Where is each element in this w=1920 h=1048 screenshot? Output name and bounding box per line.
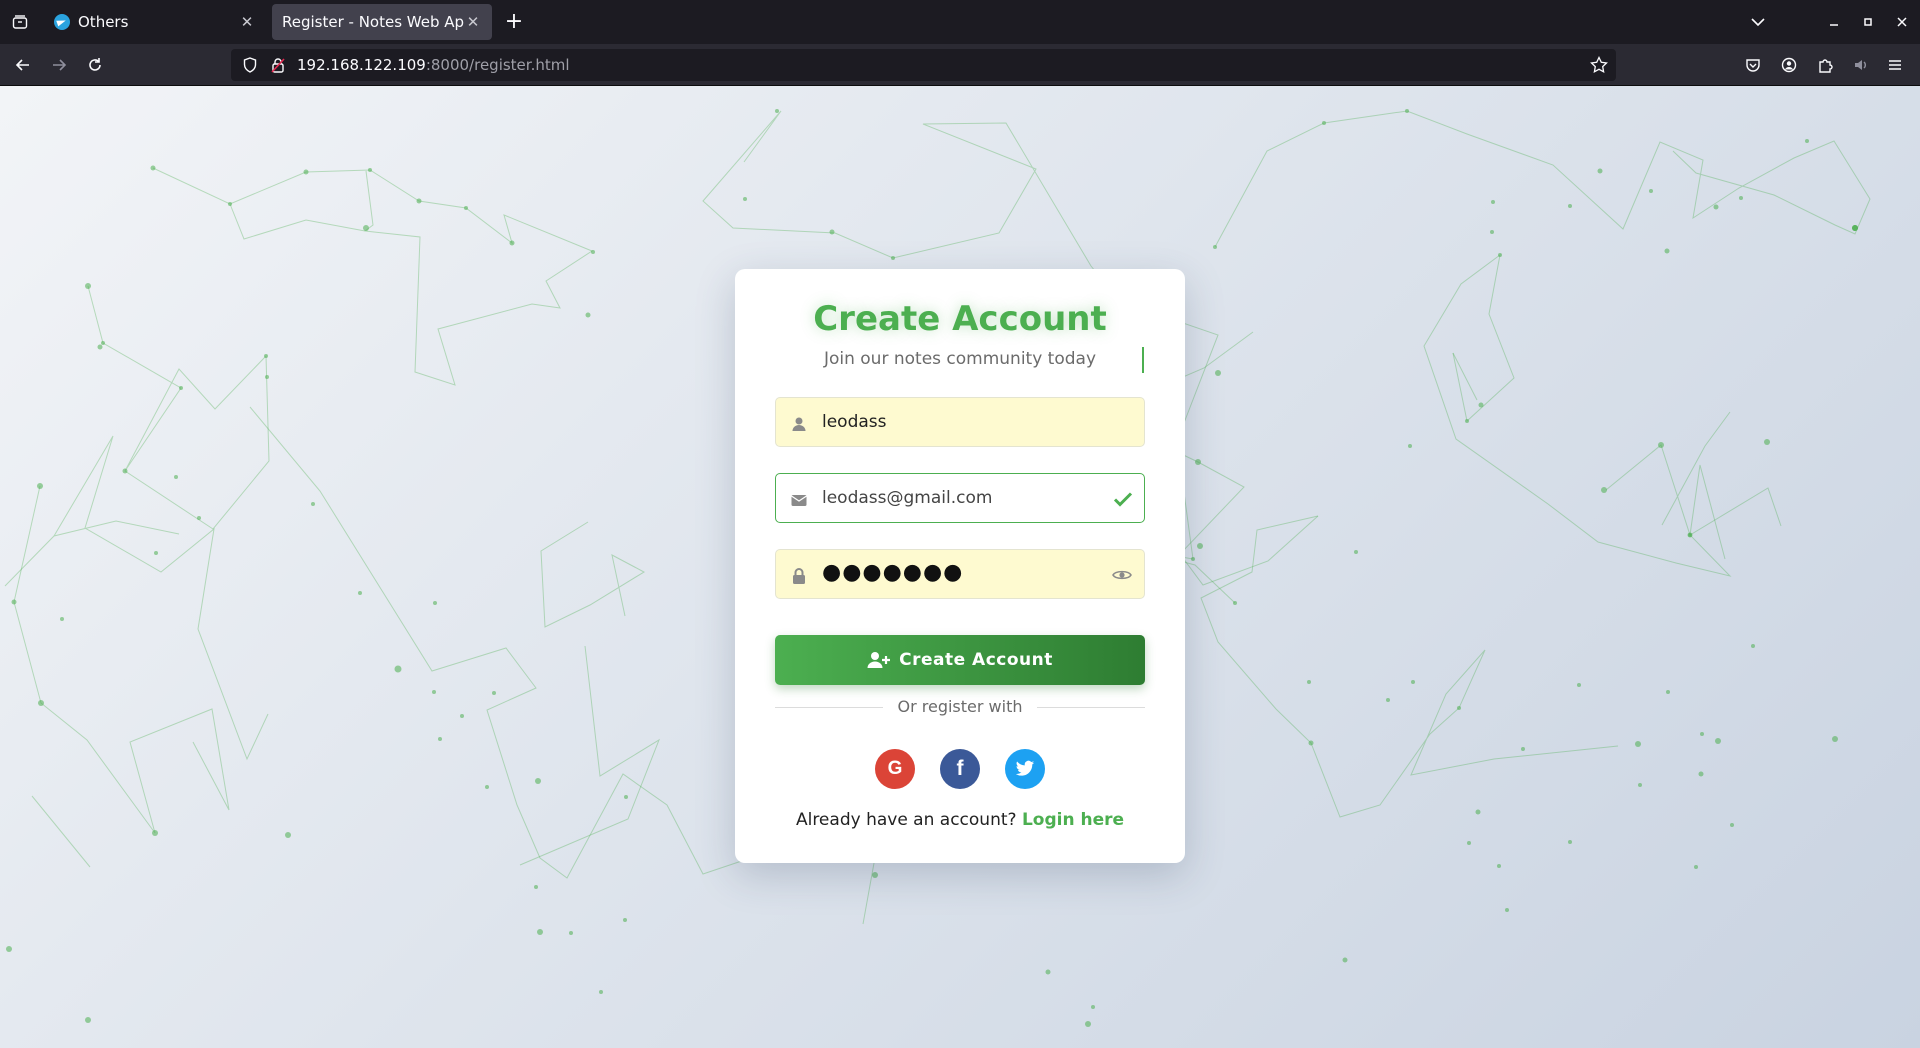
- account-button[interactable]: [1774, 50, 1804, 80]
- insecure-lock-icon[interactable]: [269, 56, 287, 74]
- bookmark-star-icon[interactable]: [1590, 56, 1608, 74]
- maximize-button[interactable]: [1858, 12, 1878, 32]
- close-icon: [1897, 17, 1907, 27]
- pocket-icon: [1746, 59, 1760, 72]
- telegram-icon: [54, 14, 70, 30]
- minimize-button[interactable]: [1824, 12, 1844, 32]
- password-field[interactable]: ●●●●●●●: [775, 549, 1145, 599]
- close-tab-icon[interactable]: ✕: [238, 13, 256, 31]
- google-register-button[interactable]: G: [875, 749, 915, 789]
- login-prompt: Already have an account?: [795, 810, 1017, 830]
- arrow-left-icon: [15, 59, 29, 71]
- minimize-icon: [1830, 24, 1838, 26]
- forward-button[interactable]: [44, 50, 74, 80]
- close-window-button[interactable]: [1892, 12, 1912, 32]
- lock-icon: [793, 568, 805, 584]
- reload-icon: [89, 58, 101, 71]
- twitter-register-button[interactable]: [1005, 749, 1045, 789]
- close-tab-icon[interactable]: ✕: [464, 13, 482, 31]
- login-link[interactable]: Login here: [1022, 810, 1124, 830]
- back-button[interactable]: [8, 50, 38, 80]
- tab-list-icon: [12, 15, 28, 29]
- eye-icon[interactable]: [1112, 567, 1132, 583]
- puzzle-icon: [1819, 59, 1833, 73]
- username-field[interactable]: leodass: [775, 397, 1145, 447]
- username-value: leodass: [822, 412, 887, 432]
- url-path: :8000/register.html: [425, 56, 570, 74]
- address-bar[interactable]: 192.168.122.109:8000/register.html: [231, 49, 1616, 81]
- twitter-icon: [1015, 760, 1035, 776]
- navigation-toolbar: 192.168.122.109:8000/register.html: [0, 44, 1920, 86]
- speaker-button[interactable]: [1846, 50, 1876, 80]
- tab-title: Register - Notes Web App: [282, 13, 464, 31]
- page-title: Create Account: [813, 299, 1107, 339]
- email-value: leodass@gmail.com: [822, 488, 993, 508]
- envelope-icon: [791, 495, 807, 506]
- chevron-down-icon: [1751, 18, 1765, 27]
- user-icon: [792, 417, 806, 431]
- subtitle: Join our notes community today: [823, 349, 1097, 369]
- page-background: Create Account Join our notes community …: [0, 86, 1920, 1048]
- speaker-icon: [1855, 60, 1866, 70]
- tab-title: Others: [78, 13, 129, 31]
- create-account-label: Create Account: [899, 650, 1053, 670]
- tab-others[interactable]: Others ✕: [44, 4, 266, 40]
- hamburger-menu-icon: [1889, 60, 1901, 70]
- extensions-button[interactable]: [1810, 50, 1840, 80]
- password-value: ●●●●●●●: [822, 560, 964, 585]
- shield-icon[interactable]: [241, 56, 259, 74]
- divider: Or register with: [775, 677, 1145, 737]
- tab-list-button[interactable]: [6, 8, 34, 36]
- typing-caret: [1142, 347, 1144, 373]
- login-prompt-line: Already have an account? Login here: [735, 810, 1185, 830]
- new-tab-button[interactable]: +: [500, 8, 528, 36]
- pocket-button[interactable]: [1738, 50, 1768, 80]
- google-icon: G: [887, 758, 903, 779]
- arrow-right-icon: [53, 59, 67, 71]
- email-field[interactable]: leodass@gmail.com: [775, 473, 1145, 523]
- check-icon: [1113, 492, 1133, 507]
- maximize-icon: [1864, 18, 1872, 26]
- register-card: Create Account Join our notes community …: [735, 269, 1185, 863]
- tab-register[interactable]: Register - Notes Web App ✕: [272, 4, 492, 40]
- divider-line-right: [1037, 707, 1145, 708]
- menu-button[interactable]: [1880, 50, 1910, 80]
- reload-button[interactable]: [80, 50, 110, 80]
- url-host: 192.168.122.109: [297, 56, 426, 74]
- tab-bar: Others ✕ Register - Notes Web App ✕ +: [0, 0, 1920, 44]
- list-all-tabs-button[interactable]: [1744, 10, 1772, 34]
- facebook-icon: f: [956, 757, 964, 780]
- facebook-register-button[interactable]: f: [940, 749, 980, 789]
- user-plus-icon: [867, 652, 891, 668]
- account-icon: [1781, 57, 1797, 73]
